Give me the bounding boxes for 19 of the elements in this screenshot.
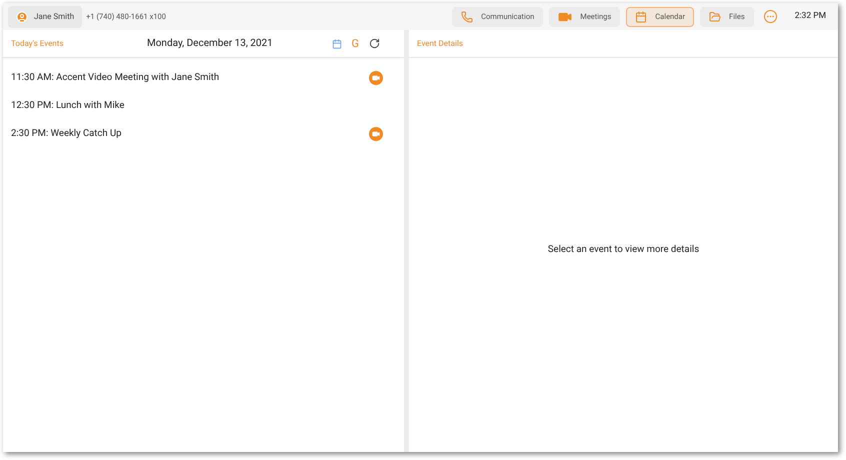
contact-chip[interactable]: Jane Smith bbox=[8, 6, 82, 28]
panel-title: Today's Events bbox=[11, 38, 64, 50]
video-icon[interactable] bbox=[369, 127, 383, 141]
panel-title: Event Details bbox=[417, 38, 464, 50]
clock-time: 2:32 PM bbox=[794, 10, 826, 23]
calendar-icon bbox=[635, 10, 648, 22]
event-item[interactable]: 2:30 PM: Weekly Catch Up bbox=[3, 120, 404, 148]
event-item[interactable]: 12:30 PM: Lunch with Mike bbox=[3, 92, 404, 120]
date-label: Monday, December 13, 2021 bbox=[147, 37, 273, 51]
refresh-icon[interactable] bbox=[369, 38, 380, 49]
video-icon[interactable] bbox=[369, 71, 383, 85]
event-item[interactable]: 11:30 AM: Accent Video Meeting with Jane Smith bbox=[3, 64, 404, 92]
folder-icon bbox=[709, 10, 722, 22]
contact-name: Jane Smith bbox=[34, 10, 74, 22]
phone-icon bbox=[461, 10, 474, 22]
empty-message: Select an event to view more details bbox=[548, 242, 700, 257]
calendar-icon[interactable] bbox=[332, 38, 342, 48]
more-button[interactable] bbox=[764, 10, 777, 23]
user-icon bbox=[16, 10, 28, 22]
